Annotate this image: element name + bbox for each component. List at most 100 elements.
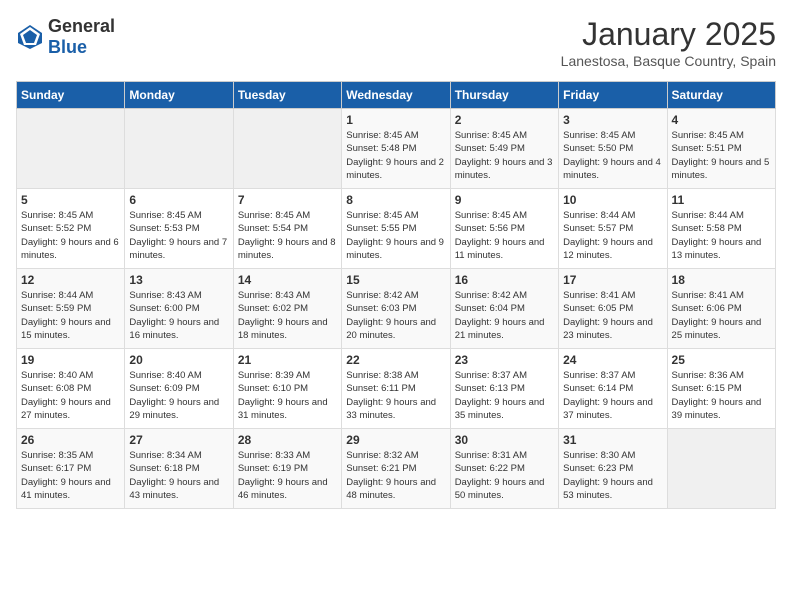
day-info: Sunrise: 8:31 AM Sunset: 6:22 PM Dayligh… [455,449,554,502]
day-info: Sunrise: 8:37 AM Sunset: 6:14 PM Dayligh… [563,369,662,422]
calendar-cell [667,429,775,509]
day-number: 22 [346,353,445,367]
day-number: 21 [238,353,337,367]
day-number: 19 [21,353,120,367]
calendar-cell: 9 Sunrise: 8:45 AM Sunset: 5:56 PM Daylig… [450,189,558,269]
day-info: Sunrise: 8:45 AM Sunset: 5:56 PM Dayligh… [455,209,554,262]
day-info: Sunrise: 8:45 AM Sunset: 5:49 PM Dayligh… [455,129,554,182]
day-number: 1 [346,113,445,127]
calendar-cell: 27 Sunrise: 8:34 AM Sunset: 6:18 PM Dayli… [125,429,233,509]
day-info: Sunrise: 8:45 AM Sunset: 5:54 PM Dayligh… [238,209,337,262]
main-title: January 2025 [561,16,776,53]
day-number: 29 [346,433,445,447]
calendar-cell: 14 Sunrise: 8:43 AM Sunset: 6:02 PM Dayli… [233,269,341,349]
day-info: Sunrise: 8:33 AM Sunset: 6:19 PM Dayligh… [238,449,337,502]
day-info: Sunrise: 8:34 AM Sunset: 6:18 PM Dayligh… [129,449,228,502]
calendar-cell: 2 Sunrise: 8:45 AM Sunset: 5:49 PM Daylig… [450,109,558,189]
day-number: 24 [563,353,662,367]
logo: General Blue [16,16,115,58]
header-day-thursday: Thursday [450,82,558,109]
day-number: 15 [346,273,445,287]
day-number: 30 [455,433,554,447]
day-info: Sunrise: 8:42 AM Sunset: 6:03 PM Dayligh… [346,289,445,342]
calendar-cell: 26Sunrise: 8:35 AM Sunset: 6:17 PM Dayli… [17,429,125,509]
day-number: 9 [455,193,554,207]
calendar-cell: 31Sunrise: 8:30 AM Sunset: 6:23 PM Dayli… [559,429,667,509]
calendar-cell: 22 Sunrise: 8:38 AM Sunset: 6:11 PM Dayli… [342,349,450,429]
day-info: Sunrise: 8:40 AM Sunset: 6:08 PM Dayligh… [21,369,120,422]
day-number: 25 [672,353,771,367]
logo-text-general: General [48,16,115,36]
subtitle: Lanestosa, Basque Country, Spain [561,53,776,69]
day-info: Sunrise: 8:37 AM Sunset: 6:13 PM Dayligh… [455,369,554,422]
calendar-cell: 11Sunrise: 8:44 AM Sunset: 5:58 PM Dayli… [667,189,775,269]
calendar-cell: 17Sunrise: 8:41 AM Sunset: 6:05 PM Dayli… [559,269,667,349]
calendar-cell: 25Sunrise: 8:36 AM Sunset: 6:15 PM Dayli… [667,349,775,429]
day-info: Sunrise: 8:44 AM Sunset: 5:57 PM Dayligh… [563,209,662,262]
day-number: 2 [455,113,554,127]
header-day-monday: Monday [125,82,233,109]
day-number: 17 [563,273,662,287]
day-info: Sunrise: 8:39 AM Sunset: 6:10 PM Dayligh… [238,369,337,422]
day-number: 4 [672,113,771,127]
day-info: Sunrise: 8:45 AM Sunset: 5:55 PM Dayligh… [346,209,445,262]
calendar-cell: 1 Sunrise: 8:45 AM Sunset: 5:48 PM Daylig… [342,109,450,189]
header-day-sunday: Sunday [17,82,125,109]
day-number: 3 [563,113,662,127]
calendar-cell: 15 Sunrise: 8:42 AM Sunset: 6:03 PM Dayli… [342,269,450,349]
header-day-friday: Friday [559,82,667,109]
week-row-3: 12Sunrise: 8:44 AM Sunset: 5:59 PM Dayli… [17,269,776,349]
day-info: Sunrise: 8:45 AM Sunset: 5:50 PM Dayligh… [563,129,662,182]
header-day-saturday: Saturday [667,82,775,109]
day-info: Sunrise: 8:38 AM Sunset: 6:11 PM Dayligh… [346,369,445,422]
calendar-cell: 24 Sunrise: 8:37 AM Sunset: 6:14 PM Dayli… [559,349,667,429]
calendar-cell: 4 Sunrise: 8:45 AM Sunset: 5:51 PM Daylig… [667,109,775,189]
calendar-cell [17,109,125,189]
calendar-cell: 6 Sunrise: 8:45 AM Sunset: 5:53 PM Daylig… [125,189,233,269]
day-number: 27 [129,433,228,447]
title-area: January 2025 Lanestosa, Basque Country, … [561,16,776,69]
calendar-cell: 18Sunrise: 8:41 AM Sunset: 6:06 PM Dayli… [667,269,775,349]
calendar-cell: 3 Sunrise: 8:45 AM Sunset: 5:50 PM Daylig… [559,109,667,189]
day-info: Sunrise: 8:45 AM Sunset: 5:51 PM Dayligh… [672,129,771,182]
calendar-cell [233,109,341,189]
day-info: Sunrise: 8:43 AM Sunset: 6:02 PM Dayligh… [238,289,337,342]
calendar-cell: 12Sunrise: 8:44 AM Sunset: 5:59 PM Dayli… [17,269,125,349]
logo-text-blue: Blue [48,37,87,57]
calendar-cell: 10 Sunrise: 8:44 AM Sunset: 5:57 PM Dayli… [559,189,667,269]
day-info: Sunrise: 8:30 AM Sunset: 6:23 PM Dayligh… [563,449,662,502]
week-row-2: 5Sunrise: 8:45 AM Sunset: 5:52 PM Daylig… [17,189,776,269]
day-info: Sunrise: 8:45 AM Sunset: 5:53 PM Dayligh… [129,209,228,262]
day-info: Sunrise: 8:45 AM Sunset: 5:52 PM Dayligh… [21,209,120,262]
calendar-cell: 7 Sunrise: 8:45 AM Sunset: 5:54 PM Daylig… [233,189,341,269]
calendar-cell: 13 Sunrise: 8:43 AM Sunset: 6:00 PM Dayli… [125,269,233,349]
calendar-cell: 23 Sunrise: 8:37 AM Sunset: 6:13 PM Dayli… [450,349,558,429]
logo-icon [16,23,44,51]
week-row-1: 1 Sunrise: 8:45 AM Sunset: 5:48 PM Daylig… [17,109,776,189]
calendar-cell: 8 Sunrise: 8:45 AM Sunset: 5:55 PM Daylig… [342,189,450,269]
day-info: Sunrise: 8:35 AM Sunset: 6:17 PM Dayligh… [21,449,120,502]
day-number: 13 [129,273,228,287]
calendar-cell [125,109,233,189]
calendar-cell: 21 Sunrise: 8:39 AM Sunset: 6:10 PM Dayli… [233,349,341,429]
calendar-cell: 5Sunrise: 8:45 AM Sunset: 5:52 PM Daylig… [17,189,125,269]
day-number: 12 [21,273,120,287]
day-info: Sunrise: 8:40 AM Sunset: 6:09 PM Dayligh… [129,369,228,422]
calendar-cell: 28 Sunrise: 8:33 AM Sunset: 6:19 PM Dayli… [233,429,341,509]
calendar-cell: 29Sunrise: 8:32 AM Sunset: 6:21 PM Dayli… [342,429,450,509]
day-number: 6 [129,193,228,207]
day-info: Sunrise: 8:43 AM Sunset: 6:00 PM Dayligh… [129,289,228,342]
header-row: SundayMondayTuesdayWednesdayThursdayFrid… [17,82,776,109]
day-number: 23 [455,353,554,367]
day-number: 7 [238,193,337,207]
day-number: 8 [346,193,445,207]
day-number: 14 [238,273,337,287]
day-number: 20 [129,353,228,367]
header-day-wednesday: Wednesday [342,82,450,109]
day-number: 10 [563,193,662,207]
day-info: Sunrise: 8:44 AM Sunset: 5:58 PM Dayligh… [672,209,771,262]
day-number: 28 [238,433,337,447]
day-info: Sunrise: 8:41 AM Sunset: 6:06 PM Dayligh… [672,289,771,342]
header-day-tuesday: Tuesday [233,82,341,109]
day-info: Sunrise: 8:45 AM Sunset: 5:48 PM Dayligh… [346,129,445,182]
